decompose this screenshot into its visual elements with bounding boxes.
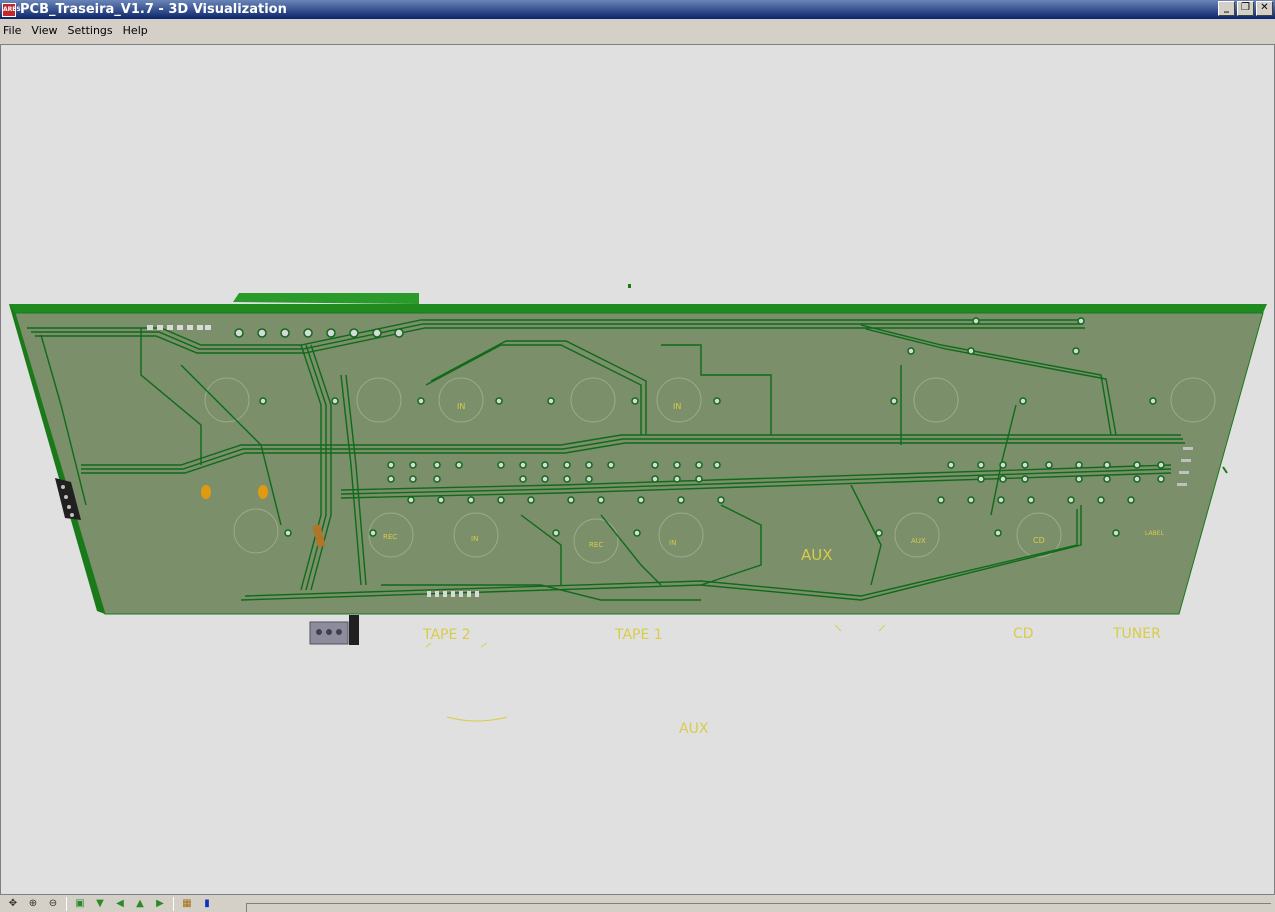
board-mark-1 <box>628 284 631 288</box>
bottom-3d-component <box>309 615 359 645</box>
menu-settings[interactable]: Settings <box>65 24 120 37</box>
label-aux: AUX <box>679 721 709 737</box>
silk-in-mid: IN <box>669 539 676 547</box>
render-mode-icon[interactable]: ▦ <box>180 897 194 911</box>
menu-view[interactable]: View <box>28 24 64 37</box>
window-title: PCB_Traseira_V1.7 - 3D Visualization <box>20 2 287 17</box>
minimize-button[interactable]: _ <box>1218 1 1235 16</box>
close-button[interactable]: ✕ <box>1256 1 1273 16</box>
capacitor-2 <box>258 485 268 499</box>
view-back-icon[interactable]: ▲ <box>133 897 147 911</box>
silk-rec-left: REC <box>383 533 397 541</box>
silk-rec-mid: REC <box>589 541 603 549</box>
view-right-icon[interactable]: ▶ <box>153 897 167 911</box>
label-tuner: TUNER <box>1112 626 1161 642</box>
menu-file[interactable]: File <box>0 24 28 37</box>
3d-viewport[interactable]: IN IN REC IN REC IN AUX AUX CD LABEL TAP… <box>0 44 1275 895</box>
zoom-in-icon[interactable]: ⊕ <box>26 897 40 911</box>
view-front-icon[interactable]: ▼ <box>93 897 107 911</box>
restore-button[interactable]: ❐ <box>1237 1 1254 16</box>
pcb-3d-render: IN IN REC IN REC IN AUX AUX CD LABEL TAP… <box>9 284 1267 737</box>
toolbar-separator <box>173 897 174 911</box>
silk-in-left: IN <box>457 402 465 411</box>
silk-cd-board: CD <box>1033 536 1045 545</box>
silk-in-right: IN <box>673 402 681 411</box>
window-controls: _ ❐ ✕ <box>1218 1 1273 16</box>
silk-in-lower: IN <box>471 535 478 543</box>
label-tape1: TAPE 1 <box>614 627 663 643</box>
header-strip <box>233 293 419 304</box>
capacitor-1 <box>201 485 211 499</box>
label-tape2: TAPE 2 <box>422 627 471 643</box>
board-mark-2 <box>1222 466 1228 474</box>
title-bar: ARES PCB_Traseira_V1.7 - 3D Visualizatio… <box>0 0 1275 19</box>
view-top-icon[interactable]: ▣ <box>73 897 87 911</box>
menu-help[interactable]: Help <box>120 24 155 37</box>
silk-aux-large: AUX <box>801 546 833 564</box>
board-top-edge <box>9 304 1267 313</box>
move-icon[interactable]: ✥ <box>6 897 20 911</box>
toolbar-separator <box>66 897 67 911</box>
silk-label-right: LABEL <box>1145 530 1164 537</box>
app-icon: ARES <box>2 2 21 17</box>
view-left-icon[interactable]: ◀ <box>113 897 127 911</box>
menu-bar: File View Settings Help <box>0 19 1275 41</box>
silk-aux-small: AUX <box>911 537 926 545</box>
label-cd: CD <box>1013 626 1034 642</box>
status-field <box>246 903 1271 912</box>
floating-labels: TAPE 2 TAPE 1 CD TUNER AUX <box>422 626 1161 737</box>
light-icon[interactable]: ▮ <box>200 897 214 911</box>
zoom-out-icon[interactable]: ⊖ <box>46 897 60 911</box>
